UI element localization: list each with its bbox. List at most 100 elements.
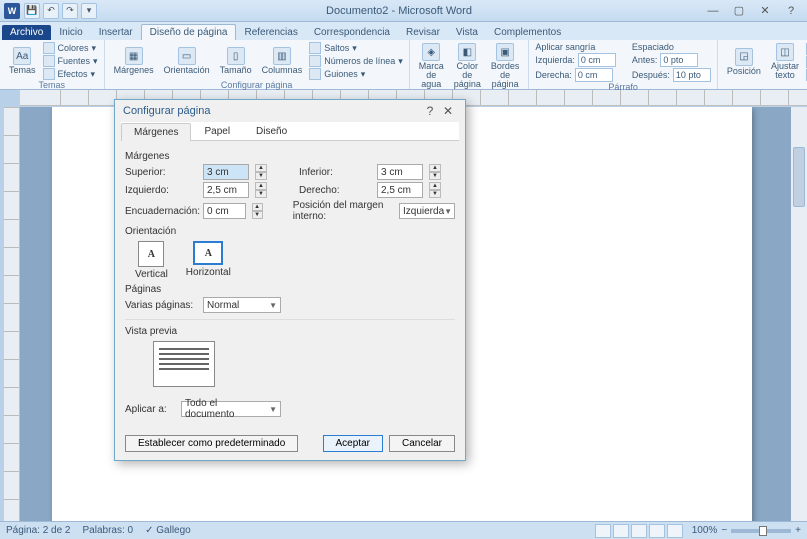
help-button[interactable]: ? [779, 3, 803, 19]
cancel-button[interactable]: Cancelar [389, 435, 455, 452]
gutter-position-combo[interactable]: Izquierda▼ [399, 203, 455, 219]
theme-effects-button[interactable]: Efectos ▾ [43, 68, 98, 80]
view-fullscreen-button[interactable] [613, 524, 629, 538]
chevron-down-icon: ▼ [269, 301, 277, 310]
zoom-out-button[interactable]: − [721, 525, 727, 536]
zoom-slider[interactable] [731, 529, 791, 533]
ribbon-group-page-setup: ▦Márgenes ▭Orientación ▯Tamaño ▥Columnas… [105, 40, 410, 89]
columns-button[interactable]: ▥Columnas [259, 46, 306, 76]
tab-home[interactable]: Inicio [51, 25, 90, 40]
view-draft-button[interactable] [667, 524, 683, 538]
spacing-title: Espaciado [632, 42, 711, 52]
breaks-button[interactable]: Saltos ▾ [309, 42, 403, 54]
bottom-margin-spinner[interactable]: ▲▼ [429, 164, 441, 180]
right-margin-input[interactable]: 2,5 cm [377, 182, 423, 198]
tab-page-layout[interactable]: Diseño de página [141, 24, 237, 40]
tab-addins[interactable]: Complementos [486, 25, 569, 40]
set-default-button[interactable]: Establecer como predeterminado [125, 435, 298, 452]
zoom-value[interactable]: 100% [692, 525, 718, 536]
dialog-tabs: Márgenes Papel Diseño [121, 122, 459, 141]
wrap-text-button[interactable]: ◫Ajustar texto [768, 42, 802, 81]
indent-right-label: Derecha: [535, 70, 572, 80]
bottom-margin-input[interactable]: 3 cm [377, 164, 423, 180]
spacing-after-input[interactable]: 10 pto [673, 68, 711, 82]
vertical-scrollbar[interactable] [791, 107, 807, 521]
scroll-thumb[interactable] [793, 147, 805, 207]
themes-button[interactable]: Aa Temas [6, 46, 39, 76]
multiple-pages-combo[interactable]: Normal▼ [203, 297, 281, 313]
gutter-spinner[interactable]: ▲▼ [252, 203, 263, 219]
gutter-label: Encuadernación: [125, 206, 197, 217]
redo-icon[interactable]: ↷ [62, 3, 78, 19]
indent-left-input[interactable]: 0 cm [578, 53, 616, 67]
tab-view[interactable]: Vista [448, 25, 486, 40]
status-pages[interactable]: Página: 2 de 2 [6, 525, 71, 536]
theme-fonts-button[interactable]: Fuentes ▾ [43, 55, 98, 67]
left-margin-input[interactable]: 2,5 cm [203, 182, 249, 198]
orientation-landscape[interactable]: A Horizontal [186, 241, 231, 280]
position-icon: ◲ [735, 48, 753, 66]
top-margin-input[interactable]: 3 cm [203, 164, 249, 180]
indent-right-input[interactable]: 0 cm [575, 68, 613, 82]
status-language[interactable]: ✓ Gallego [145, 525, 191, 536]
colors-icon [43, 42, 55, 54]
left-margin-spinner[interactable]: ▲▼ [255, 182, 267, 198]
pages-section-label: Páginas [125, 284, 455, 295]
qat-more-icon[interactable]: ▾ [81, 3, 97, 19]
dialog-help-button[interactable]: ? [421, 104, 439, 118]
tab-mailings[interactable]: Correspondencia [306, 25, 398, 40]
dialog-close-button[interactable]: ✕ [439, 104, 457, 118]
view-outline-button[interactable] [649, 524, 665, 538]
dialog-tab-paper[interactable]: Papel [191, 122, 243, 140]
vertical-ruler[interactable] [4, 107, 20, 521]
status-bar: Página: 2 de 2 Palabras: 0 ✓ Gallego 100… [0, 521, 807, 539]
apply-to-combo[interactable]: Todo el documento▼ [181, 401, 281, 417]
spacing-before-input[interactable]: 0 pto [660, 53, 698, 67]
zoom-slider-knob[interactable] [759, 526, 767, 536]
minimize-button[interactable]: — [701, 3, 725, 19]
hyphenation-icon [309, 68, 321, 80]
ribbon-tabs: Archivo Inicio Insertar Diseño de página… [0, 22, 807, 40]
dialog-tab-margins[interactable]: Márgenes [121, 123, 191, 141]
save-icon[interactable]: 💾 [24, 3, 40, 19]
top-margin-label: Superior: [125, 167, 197, 178]
chevron-down-icon: ▼ [444, 207, 452, 216]
watermark-icon: ◈ [422, 43, 440, 61]
watermark-button[interactable]: ◈Marca de agua [416, 42, 447, 90]
top-margin-spinner[interactable]: ▲▼ [255, 164, 267, 180]
orientation-icon: ▭ [178, 47, 196, 65]
margins-button[interactable]: ▦Márgenes [111, 46, 157, 76]
ok-button[interactable]: Aceptar [323, 435, 383, 452]
tab-references[interactable]: Referencias [236, 25, 305, 40]
page-color-button[interactable]: ◧Color de página [451, 42, 484, 90]
dialog-tab-layout[interactable]: Diseño [243, 122, 300, 140]
line-numbers-button[interactable]: Números de línea ▾ [309, 55, 403, 67]
orientation-button[interactable]: ▭Orientación [161, 46, 213, 76]
hyphenation-button[interactable]: Guiones ▾ [309, 68, 403, 80]
indent-left-label: Izquierda: [535, 55, 575, 65]
page-borders-button[interactable]: ▣Bordes de página [488, 42, 523, 90]
columns-icon: ▥ [273, 47, 291, 65]
maximize-button[interactable]: ▢ [727, 3, 751, 19]
undo-icon[interactable]: ↶ [43, 3, 59, 19]
close-button[interactable]: ✕ [753, 3, 777, 19]
tab-review[interactable]: Revisar [398, 25, 448, 40]
tab-insert[interactable]: Insertar [91, 25, 141, 40]
dialog-title-bar[interactable]: Configurar página ? ✕ [115, 100, 465, 122]
theme-colors-button[interactable]: Colores ▾ [43, 42, 98, 54]
gutter-input[interactable]: 0 cm [203, 203, 246, 219]
view-print-layout-button[interactable] [595, 524, 611, 538]
zoom-in-button[interactable]: + [795, 525, 801, 536]
right-margin-spinner[interactable]: ▲▼ [429, 182, 441, 198]
ribbon-group-themes: Aa Temas Colores ▾ Fuentes ▾ Efectos ▾ T… [0, 40, 105, 89]
orientation-portrait[interactable]: A Vertical [135, 241, 168, 280]
view-web-button[interactable] [631, 524, 647, 538]
size-button[interactable]: ▯Tamaño [217, 46, 255, 76]
spacing-after-label: Después: [632, 70, 670, 80]
margins-icon: ▦ [125, 47, 143, 65]
tab-file[interactable]: Archivo [2, 25, 51, 40]
line-numbers-icon [309, 55, 321, 67]
preview-section-label: Vista previa [125, 326, 455, 337]
position-button[interactable]: ◲Posición [724, 47, 764, 77]
status-words[interactable]: Palabras: 0 [83, 525, 134, 536]
